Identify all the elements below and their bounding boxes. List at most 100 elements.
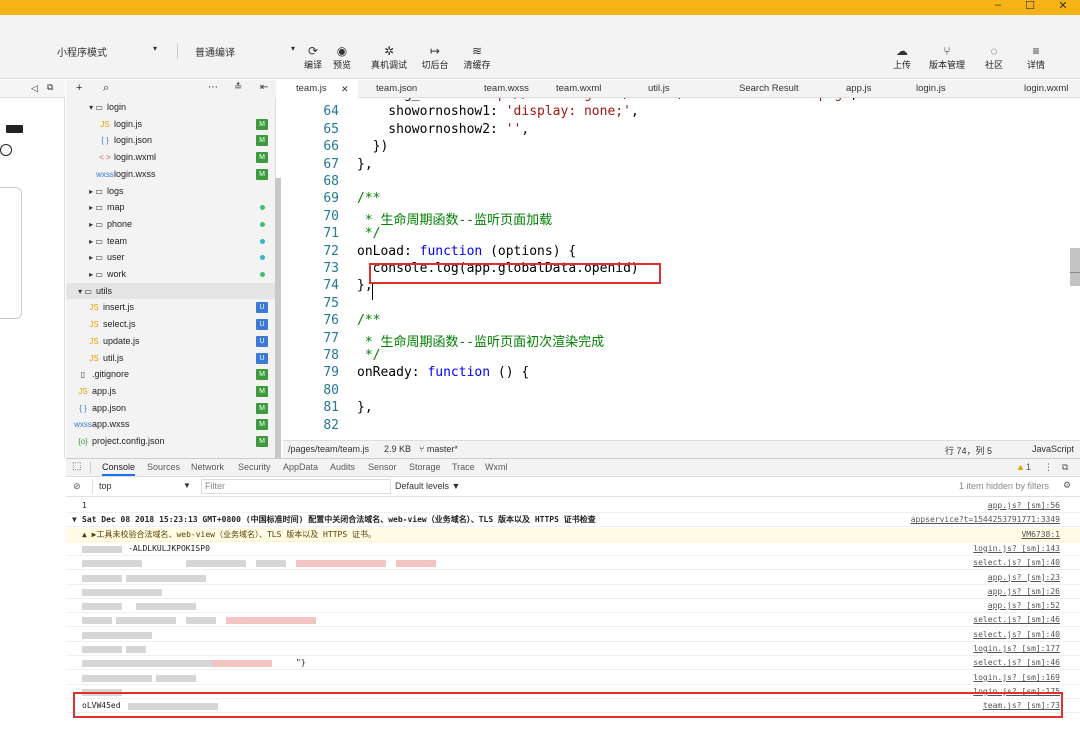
simulator-card[interactable] xyxy=(0,187,22,319)
source-link[interactable]: select.js? [sm]:46 xyxy=(973,613,1060,627)
console-message[interactable]: ▲ ▶工具未校验合法域名、web-view（业务域名）、TLS 版本以及 HTT… xyxy=(66,527,1080,542)
explorer-item[interactable]: JS update.js U xyxy=(66,333,276,350)
cursor-position[interactable]: 行 74，列 5 xyxy=(945,444,992,457)
devtools-tab-audits[interactable]: Audits xyxy=(330,462,355,472)
code-line[interactable]: /** xyxy=(357,191,380,206)
tab-team-wxss[interactable]: team.wxss xyxy=(466,80,538,98)
more-options-icon[interactable]: ⋮ xyxy=(1044,462,1053,473)
console-message[interactable]: ▼ Sat Dec 08 2018 15:23:13 GMT+0800 (中国标准… xyxy=(66,513,1080,528)
devtools-tab-sources[interactable]: Sources xyxy=(147,462,180,472)
window-icon[interactable]: ⧉ xyxy=(47,82,53,93)
community-button[interactable]: ◌ 社区 xyxy=(982,43,1006,71)
console-message[interactable]: login.js? [sm]:169 xyxy=(66,671,1080,685)
explorer-item[interactable]: JS select.js U xyxy=(66,316,276,333)
source-link[interactable]: VM6738:1 xyxy=(1021,528,1060,542)
language-mode[interactable]: JavaScript xyxy=(1032,444,1074,454)
code-line[interactable]: /** xyxy=(357,313,380,328)
code-line[interactable]: */ xyxy=(357,348,381,363)
explorer-item[interactable]: ▾ ▭ login xyxy=(66,99,276,116)
tab-login-wxml[interactable]: login.wxml xyxy=(1006,80,1080,98)
tab-team-js[interactable]: team.js ✕ xyxy=(283,80,358,98)
console-message[interactable]: app.js? [sm]:26 xyxy=(66,585,1080,599)
source-link[interactable]: app.js? [sm]:23 xyxy=(988,571,1060,585)
version-control-button[interactable]: ⑂ 版本管理 xyxy=(927,43,967,71)
code-line[interactable]: onReady: function () { xyxy=(357,365,529,380)
tab-util-js[interactable]: util.js xyxy=(630,80,721,98)
background-button[interactable]: ↦ 切后台 xyxy=(420,43,450,71)
code-line[interactable]: * 生命周期函数--监听页面加载 xyxy=(357,209,552,228)
explorer-item[interactable]: ▸ ▭ work xyxy=(66,266,276,283)
code-line[interactable]: }, xyxy=(357,157,373,172)
remote-debug-button[interactable]: ✲ 真机调试 xyxy=(369,43,409,71)
console-message[interactable]: select.js? [sm]:46 xyxy=(66,613,1080,628)
compile-button[interactable]: ⟳ 编译 xyxy=(303,43,323,71)
devtools-tab-console[interactable]: Console xyxy=(102,462,136,476)
code-line[interactable]: showornoshow2: '', xyxy=(357,122,529,137)
levels-select[interactable]: Default levels ▼ xyxy=(395,481,460,491)
search-icon[interactable]: ⌕ xyxy=(103,82,109,95)
explorer-item[interactable]: JS app.js M xyxy=(66,383,276,400)
maximize-icon[interactable]: ☐ xyxy=(1020,0,1040,12)
source-link[interactable]: select.js? [sm]:40 xyxy=(973,628,1060,642)
tab-team-wxml[interactable]: team.wxml xyxy=(538,80,630,98)
close-icon[interactable]: ✕ xyxy=(1053,0,1073,12)
explorer-item[interactable]: wxsslogin.wxss M xyxy=(66,166,276,183)
devtools-tab-wxml[interactable]: Wxml xyxy=(485,462,508,472)
source-link[interactable]: select.js? [sm]:40 xyxy=(973,556,1060,570)
source-link[interactable]: app.js? [sm]:26 xyxy=(988,585,1060,599)
source-link[interactable]: select.js? [sm]:46 xyxy=(973,656,1060,670)
code-line[interactable]: * 生命周期函数--监听页面初次渲染完成 xyxy=(357,331,604,350)
editor-scrollbar[interactable] xyxy=(1070,248,1080,286)
explorer-item[interactable]: ▯ .gitignore M xyxy=(66,366,276,383)
explorer-item[interactable]: wxssapp.wxss M xyxy=(66,416,276,433)
explorer-item[interactable]: { } login.json M xyxy=(66,132,276,149)
devtools-tab-network[interactable]: Network xyxy=(191,462,224,472)
collapse-icon[interactable]: ⇤ xyxy=(260,82,268,93)
devtools-tab-storage[interactable]: Storage xyxy=(409,462,441,472)
mode-select[interactable]: 小程序模式 ▾ xyxy=(57,44,157,62)
console-message[interactable]: app.js? [sm]:23 xyxy=(66,571,1080,585)
console-message[interactable]: login.js? [sm]:177 xyxy=(66,642,1080,656)
source-link[interactable]: app.js? [sm]:52 xyxy=(988,599,1060,613)
console-message[interactable]: 1 app.js? [sm]:56 xyxy=(66,499,1080,513)
close-tab-icon[interactable]: ✕ xyxy=(341,80,349,98)
explorer-item[interactable]: ▸ ▭ logs xyxy=(66,183,276,200)
tab-team-json[interactable]: team.json xyxy=(358,80,466,98)
explorer-item[interactable]: JS login.js M xyxy=(66,116,276,133)
speaker-icon[interactable]: ◁ xyxy=(31,83,38,94)
explorer-item[interactable]: ▸ ▭ phone xyxy=(66,216,276,233)
minimize-icon[interactable]: – xyxy=(988,0,1008,11)
preview-button[interactable]: ◉ 预览 xyxy=(332,43,352,71)
filter-input[interactable]: Filter xyxy=(201,479,391,494)
explorer-item[interactable]: { } app.json M xyxy=(66,400,276,417)
devtools-tab-security[interactable]: Security xyxy=(238,462,271,472)
tab-app-js[interactable]: app.js xyxy=(828,80,898,98)
clear-console-icon[interactable]: ⊘ xyxy=(73,481,81,492)
devtools-tab-sensor[interactable]: Sensor xyxy=(368,462,397,472)
code-line[interactable]: showornoshow1: 'display: none;', xyxy=(357,104,638,119)
explorer-item[interactable]: ▸ ▭ map xyxy=(66,199,276,216)
settings-icon[interactable]: ⚙ xyxy=(1063,480,1071,491)
devtools-tab-appdata[interactable]: AppData xyxy=(283,462,318,472)
code-editor[interactable]: 63 img_url2: 'http://i1.bvimg.com/671224… xyxy=(283,98,1080,439)
explorer-item[interactable]: JS util.js U xyxy=(66,350,276,367)
dock-icon[interactable]: ⧉ xyxy=(1062,462,1068,473)
source-link[interactable]: appservice?t=1544253791771:3349 xyxy=(911,513,1060,527)
inspect-icon[interactable]: ⬚ xyxy=(72,461,81,472)
explorer-item[interactable]: ▸ ▭ user xyxy=(66,249,276,266)
console-message[interactable]: app.js? [sm]:52 xyxy=(66,599,1080,614)
tab-login-js[interactable]: login.js xyxy=(898,80,1006,98)
console-message[interactable]: -ALDLKULJKPOKISP0 login.js? [sm]:143 xyxy=(66,542,1080,556)
expand-icon[interactable]: ▼ xyxy=(72,513,77,527)
explorer-item[interactable]: {o} project.config.json M xyxy=(66,433,276,450)
more-icon[interactable]: ⋯ xyxy=(208,82,218,93)
details-button[interactable]: ≡ 详情 xyxy=(1024,43,1048,71)
source-link[interactable]: login.js? [sm]:169 xyxy=(973,671,1060,685)
upload-button[interactable]: ☁ 上传 xyxy=(890,43,914,71)
code-line[interactable]: onLoad: function (options) { xyxy=(357,244,576,259)
sort-icon[interactable]: ≛ xyxy=(234,82,242,93)
clear-cache-button[interactable]: ≋ 清缓存 xyxy=(462,43,492,71)
code-line[interactable]: }, xyxy=(357,400,373,415)
code-line[interactable]: img_url2: 'http://i1.bvimg.com/671224/64… xyxy=(357,98,858,102)
explorer-item[interactable]: JS insert.js U xyxy=(66,299,276,316)
